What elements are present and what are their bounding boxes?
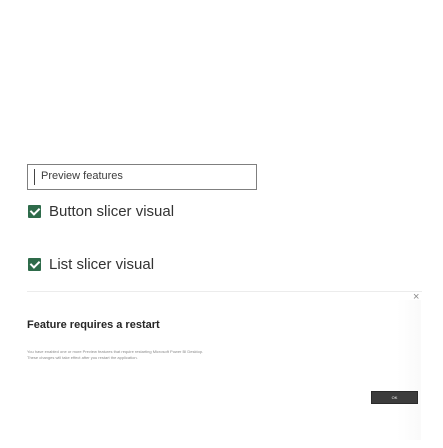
dialog-title: Feature requires a restart xyxy=(27,319,160,331)
preview-features-section[interactable]: Preview features xyxy=(27,164,257,190)
section-indicator xyxy=(34,169,35,185)
dialog-message: You have enabled one or more Preview fea… xyxy=(27,349,357,361)
page: Preview features Button slicer visual Li… xyxy=(0,0,443,448)
option-label: Button slicer visual xyxy=(49,203,175,220)
option-list-slicer[interactable]: List slicer visual xyxy=(28,256,154,273)
dialog-edge xyxy=(397,300,421,440)
checkbox-checked-icon[interactable] xyxy=(28,205,41,218)
option-label: List slicer visual xyxy=(49,256,155,273)
dialog-top-border xyxy=(27,291,422,292)
checkbox-checked-icon[interactable] xyxy=(28,258,41,271)
ok-button[interactable]: OK xyxy=(371,391,418,404)
option-button-slicer[interactable]: Button slicer visual xyxy=(28,203,174,220)
dialog-message-line: These changes will take effect after you… xyxy=(27,355,138,360)
preview-features-label: Preview features xyxy=(41,170,123,182)
close-icon[interactable]: × xyxy=(413,292,419,303)
